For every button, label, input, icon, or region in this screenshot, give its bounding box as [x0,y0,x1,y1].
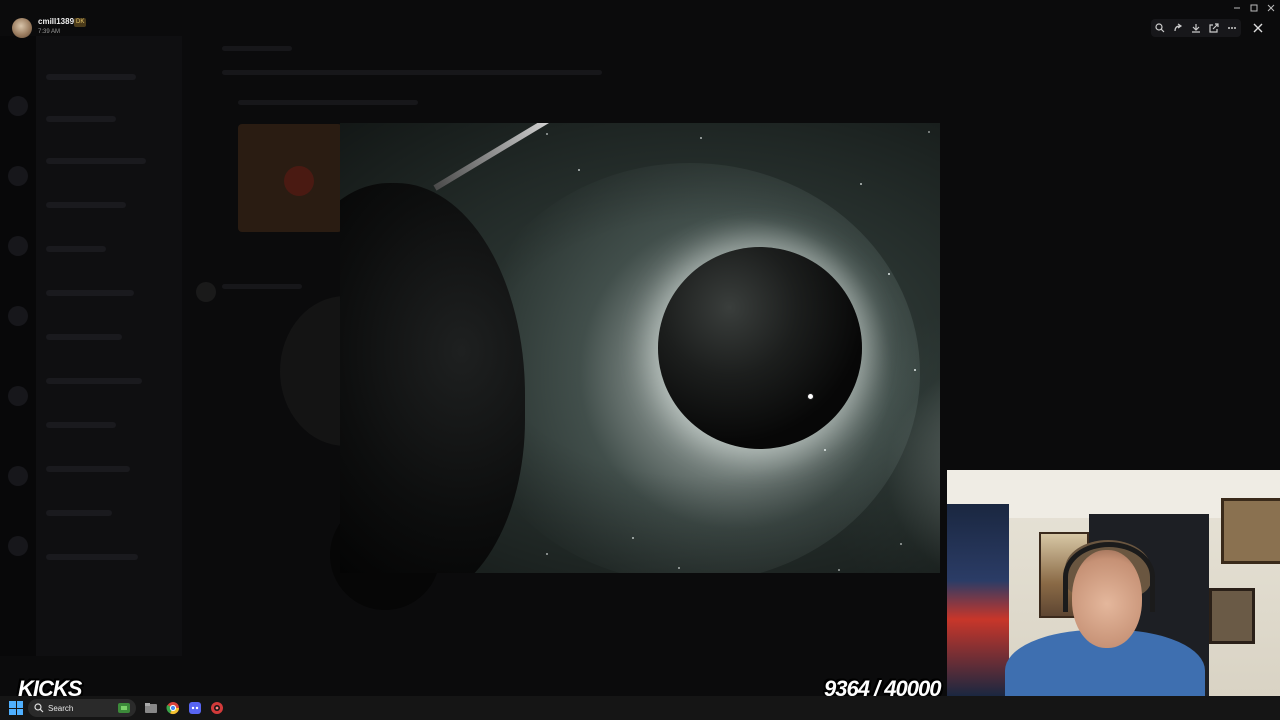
windows-start-icon[interactable] [9,701,23,715]
channel-item [46,246,106,252]
channel-item [46,510,112,516]
file-explorer-icon[interactable] [143,700,159,716]
channel-item [46,116,116,122]
enlarged-image[interactable] [340,123,940,573]
more-icon [1228,27,1236,29]
username[interactable]: cmill1389 [38,17,74,26]
avatar[interactable] [12,18,32,38]
server-rail [0,36,36,656]
close-viewer-button[interactable] [1250,20,1266,36]
embed-logo-icon [284,166,314,196]
search-placeholder: Search [48,703,74,713]
cursor-icon [807,393,814,400]
webcam-picture-frame [1209,588,1255,644]
close-icon [1253,23,1263,33]
taskbar: Search [0,696,1280,720]
channel-item [46,290,134,296]
stream-app-icon[interactable] [209,700,225,716]
zoom-button[interactable] [1153,21,1167,35]
channel-item [46,74,136,80]
channel-item [46,202,126,208]
server-icon [8,236,28,256]
message-line [222,284,302,289]
download-button[interactable] [1189,21,1203,35]
webcam-picture-frame [1221,498,1280,564]
user-badge: DK [74,18,87,27]
search-icon [34,703,44,713]
channel-item [46,554,138,560]
channel-list [36,36,182,656]
open-external-icon [1209,23,1219,33]
server-icon [8,166,28,186]
server-icon [8,386,28,406]
server-icon [8,536,28,556]
server-icon [8,96,28,116]
channel-item [46,158,146,164]
server-icon [8,466,28,486]
channel-item [46,334,122,340]
viewer-header: cmill1389 DK 7:39 AM [0,0,1280,44]
screen: cmill1389 DK 7:39 AM KICKS 9364 / 40000 … [0,0,1280,720]
chrome-icon[interactable] [165,700,181,716]
forward-button[interactable] [1171,21,1185,35]
download-icon [1192,24,1200,33]
channel-item [46,422,116,428]
message-line [222,46,292,51]
webcam-overlay [947,470,1280,696]
zoom-icon [1155,23,1165,33]
discord-icon[interactable] [187,700,203,716]
server-icon [8,306,28,326]
avatar [196,282,216,302]
timestamp: 7:39 AM [38,29,61,35]
more-button[interactable] [1225,21,1239,35]
forward-icon [1174,23,1183,32]
open-external-button[interactable] [1207,21,1221,35]
message-line [222,70,602,75]
game-icon[interactable] [116,700,132,716]
image-toolbar [1151,19,1241,37]
channel-item [46,378,142,384]
message-line [238,100,418,105]
headset-icon [1063,542,1155,612]
webcam-flag [947,504,1009,696]
channel-item [46,466,130,472]
